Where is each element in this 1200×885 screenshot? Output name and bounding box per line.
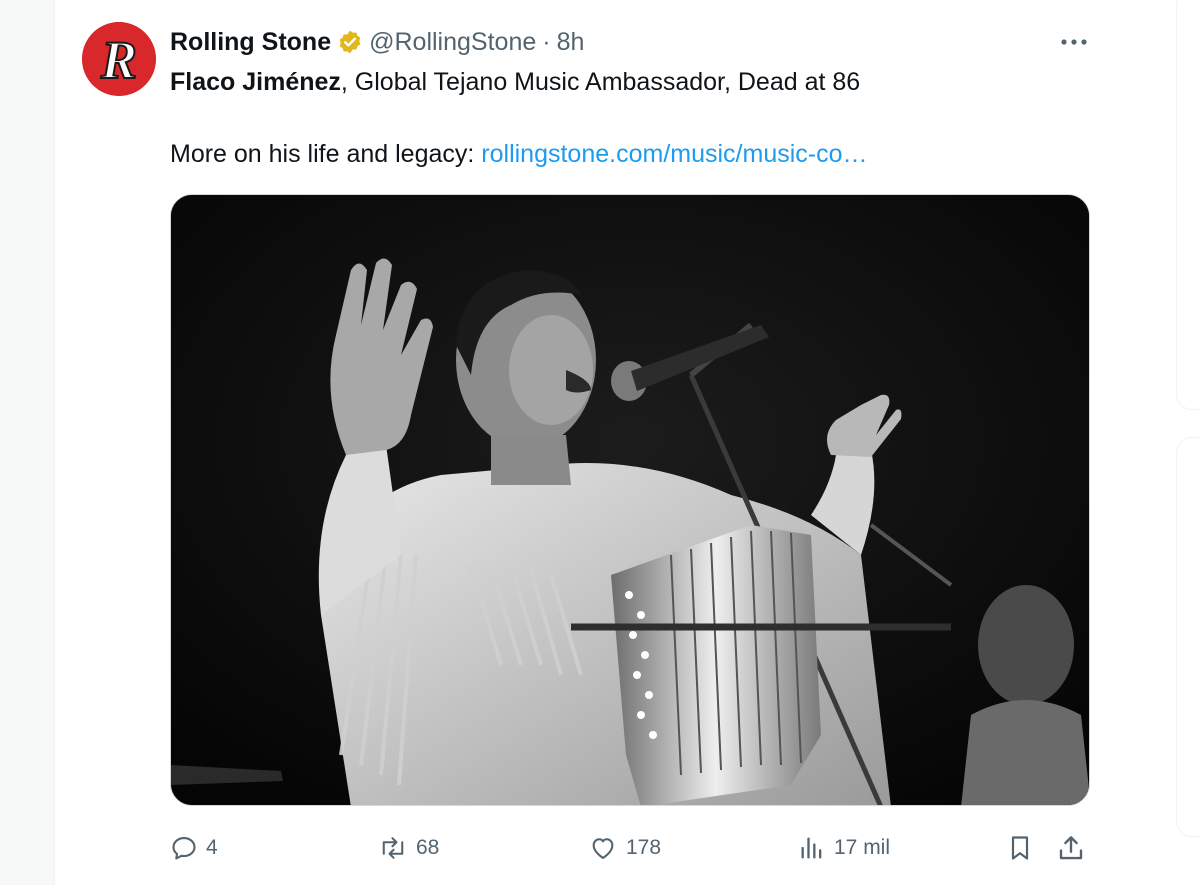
rolling-stone-logo-icon: R bbox=[82, 22, 156, 96]
author-handle[interactable]: @RollingStone bbox=[369, 28, 536, 57]
bookmark-icon bbox=[1011, 836, 1029, 860]
tweet-photo[interactable] bbox=[170, 194, 1090, 806]
share-icon bbox=[1059, 836, 1083, 860]
tweet-text-line2: More on his life and legacy: rollingston… bbox=[170, 138, 868, 170]
tweet-text-rest: , Global Tejano Music Ambassador, Dead a… bbox=[340, 68, 861, 96]
header-separator: · bbox=[542, 27, 551, 56]
photo-image-icon bbox=[171, 195, 1089, 805]
right-panel-bottom bbox=[1176, 437, 1200, 837]
page: R Rolling Stone @RollingStone · 8h Flaco… bbox=[0, 0, 1200, 885]
verified-badge-icon bbox=[337, 29, 363, 55]
bookmark-button[interactable] bbox=[1006, 830, 1042, 866]
share-button[interactable] bbox=[1056, 830, 1094, 866]
analytics-icon bbox=[801, 837, 822, 859]
more-options-icon[interactable] bbox=[1057, 32, 1091, 52]
heart-icon bbox=[592, 838, 614, 859]
tweet-timestamp[interactable]: 8h bbox=[557, 28, 585, 57]
reply-icon bbox=[172, 837, 196, 860]
svg-text:R: R bbox=[100, 30, 137, 90]
reply-button[interactable]: 4 bbox=[170, 830, 218, 866]
tweet-text-prefix: More on his life and legacy: bbox=[170, 140, 482, 168]
article-link[interactable]: rollingstone.com/music/music-co… bbox=[481, 140, 867, 168]
tweet-actions: 4 68 178 17 mil bbox=[170, 830, 1090, 866]
tweet-header: Rolling Stone @RollingStone · 8h bbox=[170, 26, 584, 58]
like-count: 178 bbox=[626, 836, 662, 859]
repost-button[interactable]: 68 bbox=[378, 830, 439, 866]
tweet-text-bold: Flaco Jiménez bbox=[170, 68, 341, 96]
like-button[interactable]: 178 bbox=[588, 830, 661, 866]
right-panel-top bbox=[1176, 0, 1200, 410]
views-count: 17 mil bbox=[834, 836, 891, 859]
repost-count: 68 bbox=[416, 836, 440, 859]
reply-count: 4 bbox=[206, 836, 218, 859]
repost-icon bbox=[382, 837, 404, 859]
tweet-text-line1: Flaco Jiménez, Global Tejano Music Ambas… bbox=[170, 66, 860, 98]
avatar[interactable]: R bbox=[82, 22, 156, 96]
author-display-name[interactable]: Rolling Stone bbox=[170, 28, 331, 57]
views-button[interactable]: 17 mil bbox=[798, 830, 890, 866]
